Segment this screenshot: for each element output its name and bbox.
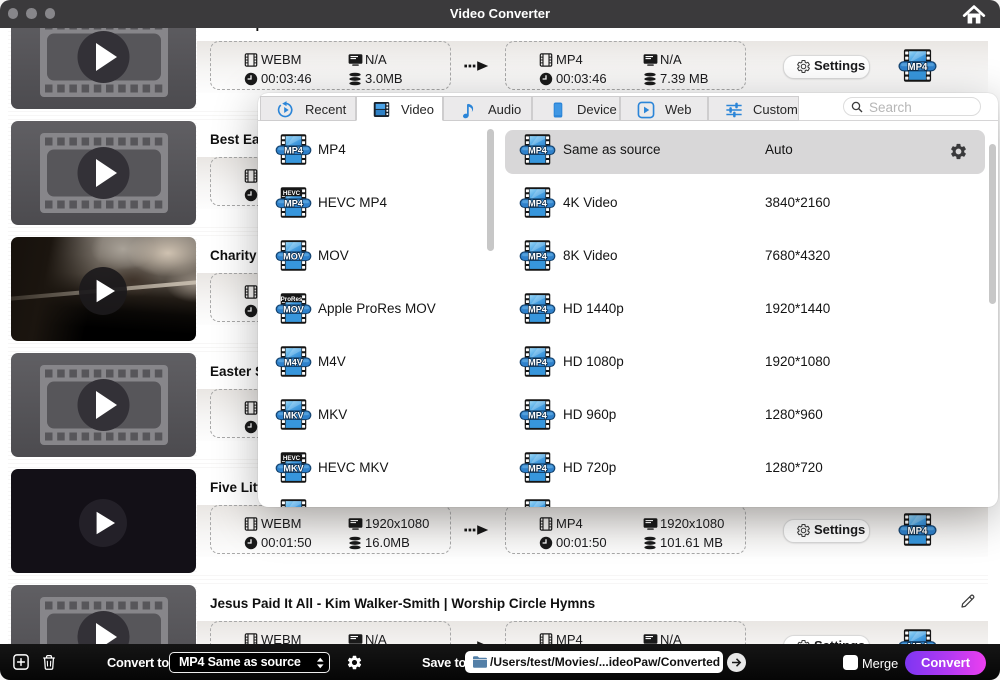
svg-text:HEVC: HEVC [283,455,301,462]
svg-text:HEVC: HEVC [283,190,301,197]
svg-text:MKV: MKV [283,464,304,474]
svg-text:MP4: MP4 [528,411,548,421]
svg-text:MP4: MP4 [284,199,304,209]
svg-text:MKV: MKV [283,411,304,421]
svg-text:MOV: MOV [283,252,305,262]
svg-text:MP4: MP4 [908,62,929,73]
svg-text:MP4: MP4 [908,526,929,537]
svg-text:MOV: MOV [283,305,305,315]
svg-text:MP4: MP4 [284,146,304,156]
svg-text:MP4: MP4 [528,252,548,262]
svg-text:MP4: MP4 [528,358,548,368]
svg-text:ProRes: ProRes [281,296,303,303]
svg-text:M4V: M4V [284,358,304,368]
svg-text:MP4: MP4 [528,305,548,315]
svg-text:MP4: MP4 [528,199,548,209]
svg-text:MP4: MP4 [528,464,548,474]
svg-text:MP4: MP4 [528,146,548,156]
